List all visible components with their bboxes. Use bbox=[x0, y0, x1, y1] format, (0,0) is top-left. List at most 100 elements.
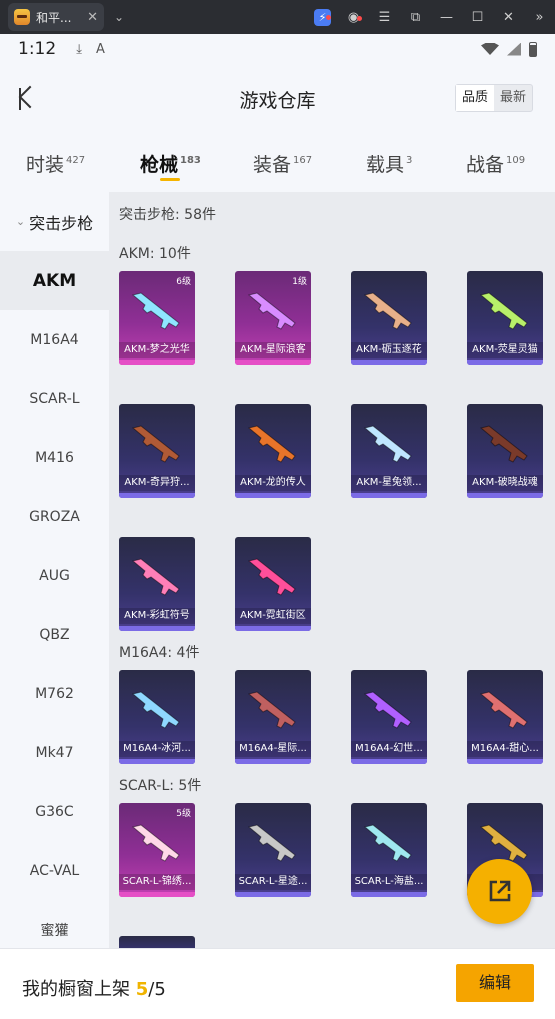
rarity-bar bbox=[119, 360, 195, 365]
bolt-icon[interactable]: ⚡ bbox=[307, 8, 338, 26]
sort-option-quality[interactable]: 品质 bbox=[455, 85, 494, 111]
tab-label: 装备 bbox=[253, 154, 292, 176]
download-icon: ⤓ bbox=[76, 41, 82, 57]
weapon-card[interactable]: M16A4-幻世... bbox=[351, 670, 427, 764]
weapon-card[interactable]: AKM-荧星灵猫 bbox=[467, 271, 543, 365]
rarity-bar bbox=[351, 493, 427, 498]
weapon-name: AKM-龙的传人 bbox=[235, 475, 311, 491]
tab-supplies[interactable]: 战备 109 bbox=[466, 150, 525, 177]
minimize-icon[interactable]: — bbox=[431, 10, 462, 25]
sidebar-item-g36c[interactable]: G36C bbox=[0, 782, 109, 841]
external-link-icon bbox=[489, 880, 511, 902]
maximize-icon[interactable]: ☐ bbox=[462, 10, 493, 25]
rifle-icon bbox=[363, 824, 412, 862]
weapon-card[interactable]: AKM-霓虹街区 bbox=[235, 537, 311, 631]
weapon-card[interactable]: AKM-奇异狩... bbox=[119, 404, 195, 498]
weapon-name: AKM-彩虹符号 bbox=[119, 608, 195, 624]
weapon-card[interactable]: AKM-星兔领... bbox=[351, 404, 427, 498]
rarity-bar bbox=[467, 360, 543, 365]
rarity-bar bbox=[235, 626, 311, 631]
sidebar-group-assault-rifles[interactable]: ⌄ 突击步枪 bbox=[0, 192, 109, 251]
edit-button[interactable]: 编辑 bbox=[456, 964, 534, 1002]
tab-equipment[interactable]: 装备 167 bbox=[253, 150, 312, 177]
chevron-down-icon: ⌄ bbox=[15, 215, 26, 228]
weapon-card[interactable]: 1级 AKM-星际浪客 bbox=[235, 271, 311, 365]
weapon-name: AKM-砺玉逐花 bbox=[351, 342, 427, 358]
weapon-card[interactable]: AKM-砺玉逐花 bbox=[351, 271, 427, 365]
sidebar-item-ac-val[interactable]: AC-VAL bbox=[0, 841, 109, 900]
rarity-bar bbox=[119, 493, 195, 498]
double-chevron-right-icon[interactable]: » bbox=[524, 10, 555, 25]
chevron-down-icon[interactable]: ⌄ bbox=[114, 10, 124, 24]
browser-tab[interactable]: 和平... ✕ bbox=[8, 3, 104, 31]
sidebar-item-aug[interactable]: AUG bbox=[0, 546, 109, 605]
weapon-name: M16A4-星际... bbox=[235, 741, 311, 757]
showcase-bar: 我的橱窗上架 5/5 编辑 bbox=[0, 948, 555, 1019]
close-icon[interactable]: ✕ bbox=[87, 10, 98, 25]
rarity-bar bbox=[235, 759, 311, 764]
rarity-bar bbox=[119, 759, 195, 764]
weapon-card[interactable]: M16A4-星际... bbox=[235, 670, 311, 764]
rifle-icon bbox=[247, 558, 296, 596]
menu-icon[interactable]: ☰ bbox=[369, 10, 400, 25]
weapon-card[interactable]: SCAR-L-星途... bbox=[235, 803, 311, 897]
battery-icon bbox=[529, 41, 537, 57]
rifle-icon bbox=[363, 292, 412, 330]
account-icon[interactable]: ◉ bbox=[338, 10, 369, 25]
weapon-card-partial[interactable] bbox=[119, 936, 195, 948]
weapon-grid: 突击步枪: 58件 AKM: 10件 6级 AKM-梦之光华 1级 AKM-星际浪客… bbox=[109, 192, 555, 948]
weapon-card[interactable]: 5级 SCAR-L-锦绣... bbox=[119, 803, 195, 897]
weapon-card[interactable]: AKM-龙的传人 bbox=[235, 404, 311, 498]
weapon-card[interactable]: 6级 AKM-梦之光华 bbox=[119, 271, 195, 365]
sort-option-newest[interactable]: 最新 bbox=[494, 85, 532, 111]
sidebar-item-groza[interactable]: GROZA bbox=[0, 487, 109, 546]
weapon-card[interactable]: AKM-破晓战魂 bbox=[467, 404, 543, 498]
rifle-icon bbox=[479, 824, 528, 862]
weapon-name: AKM-梦之光华 bbox=[119, 342, 195, 358]
tab-firearms[interactable]: 枪械 183 bbox=[140, 150, 201, 177]
weapon-name: SCAR-L-海盐... bbox=[351, 874, 427, 890]
weapon-card[interactable]: M16A4-冰河... bbox=[119, 670, 195, 764]
weapon-card[interactable]: AKM-彩虹符号 bbox=[119, 537, 195, 631]
sidebar-item-qbz[interactable]: QBZ bbox=[0, 605, 109, 664]
text-a-icon: A bbox=[95, 41, 105, 57]
weapon-sidebar: ⌄ 突击步枪 AKM M16A4 SCAR-L M416 GROZA AUG QB… bbox=[0, 192, 109, 948]
screenshot-icon[interactable]: ⧉ bbox=[400, 10, 431, 25]
sidebar-item-m416[interactable]: M416 bbox=[0, 428, 109, 487]
tab-count: 183 bbox=[180, 155, 201, 166]
rarity-bar bbox=[119, 892, 195, 897]
tab-count: 167 bbox=[293, 155, 313, 166]
sidebar-item-mk47[interactable]: Mk47 bbox=[0, 723, 109, 782]
tab-fashion[interactable]: 时装 427 bbox=[26, 150, 85, 177]
weapon-card[interactable]: M16A4-甜心... bbox=[467, 670, 543, 764]
sidebar-item-scar-l[interactable]: SCAR-L bbox=[0, 369, 109, 428]
sidebar-item-m16a4[interactable]: M16A4 bbox=[0, 310, 109, 369]
weapon-name: AKM-荧星灵猫 bbox=[467, 342, 543, 358]
app-logo-icon bbox=[14, 9, 30, 25]
category-summary: 突击步枪: 58件 bbox=[119, 207, 216, 223]
rifle-icon bbox=[131, 425, 180, 463]
status-time: 1:12 bbox=[18, 39, 57, 59]
weapon-name: AKM-星兔领... bbox=[351, 475, 427, 491]
weapon-name: M16A4-幻世... bbox=[351, 741, 427, 757]
weapon-name: AKM-破晓战魂 bbox=[467, 475, 543, 491]
weapon-card[interactable]: SCAR-L-海盐... bbox=[351, 803, 427, 897]
showcase-status: 我的橱窗上架 5/5 bbox=[22, 975, 166, 1001]
rarity-bar bbox=[235, 360, 311, 365]
active-tab-indicator bbox=[160, 178, 180, 181]
tab-label: 载具 bbox=[366, 154, 405, 176]
rifle-icon bbox=[479, 691, 528, 729]
rarity-bar bbox=[467, 759, 543, 764]
rifle-icon bbox=[131, 292, 180, 330]
rifle-icon bbox=[247, 292, 296, 330]
rarity-bar bbox=[235, 493, 311, 498]
sidebar-item-akm[interactable]: AKM bbox=[0, 251, 109, 310]
weapon-name: M16A4-冰河... bbox=[119, 741, 195, 757]
close-window-icon[interactable]: ✕ bbox=[493, 10, 524, 25]
tab-vehicles[interactable]: 载具 3 bbox=[366, 150, 412, 177]
tab-count: 3 bbox=[406, 155, 413, 166]
rifle-icon bbox=[131, 691, 180, 729]
sidebar-item-m762[interactable]: M762 bbox=[0, 664, 109, 723]
sort-toggle: 品质 最新 bbox=[454, 84, 533, 112]
share-button[interactable] bbox=[467, 859, 532, 924]
